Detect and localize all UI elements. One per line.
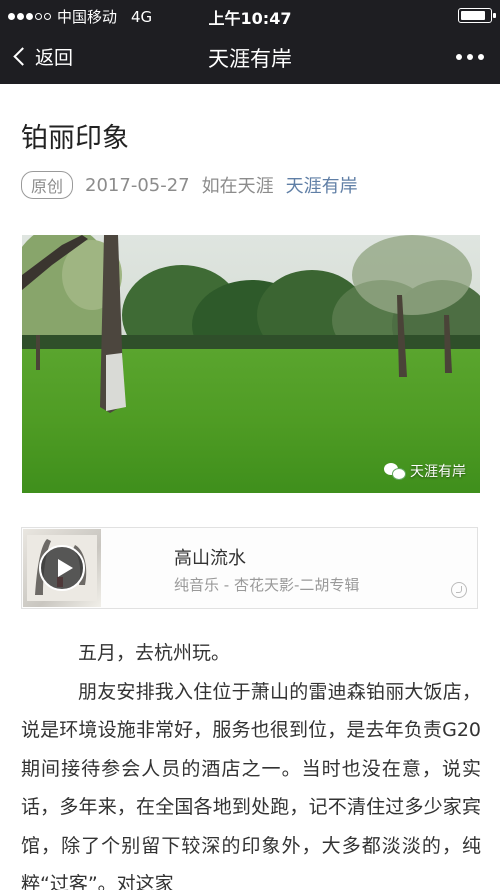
music-subtitle: 纯音乐 - 杏花天影-二胡专辑 [174, 576, 360, 594]
article-photo[interactable]: 天涯有岸 [22, 235, 480, 493]
article-meta: 原创 2017-05-27 如在天涯 天涯有岸 [21, 171, 358, 199]
author-name: 如在天涯 [201, 176, 274, 197]
wechat-icon [384, 463, 406, 480]
music-title: 高山流水 [174, 548, 246, 569]
status-bar: 中国移动 4G 上午10:47 [0, 0, 500, 30]
music-cover [23, 529, 101, 607]
more-dots-icon[interactable] [456, 54, 484, 60]
status-time: 上午10:47 [208, 9, 292, 28]
watermark-label: 天涯有岸 [410, 464, 466, 480]
music-app-icon [451, 582, 467, 598]
battery-fill [461, 11, 486, 20]
nav-title: 天涯有岸 [208, 47, 292, 71]
photo-watermark: 天涯有岸 [384, 461, 466, 481]
park-photo-image [22, 235, 480, 493]
play-icon[interactable] [39, 545, 85, 591]
paragraph: 朋友安排我入住位于萧山的雷迪森铂丽大饭店，说是环境设施非常好，服务也很到位，是去… [21, 680, 481, 890]
article-title: 铂丽印象 [21, 123, 129, 154]
music-card[interactable]: 高山流水 纯音乐 - 杏花天影-二胡专辑 [21, 527, 478, 609]
account-link[interactable]: 天涯有岸 [286, 172, 358, 198]
nav-bar: 返回 天涯有岸 [0, 30, 500, 84]
article-body: 五月，去杭州玩。 朋友安排我入住位于萧山的雷迪森铂丽大饭店，说是环境设施非常好，… [21, 634, 481, 890]
original-badge: 原创 [21, 171, 74, 199]
battery-icon [458, 8, 496, 23]
paragraph: 五月，去杭州玩。 [78, 642, 231, 664]
publish-date: 2017-05-27 [85, 174, 190, 196]
